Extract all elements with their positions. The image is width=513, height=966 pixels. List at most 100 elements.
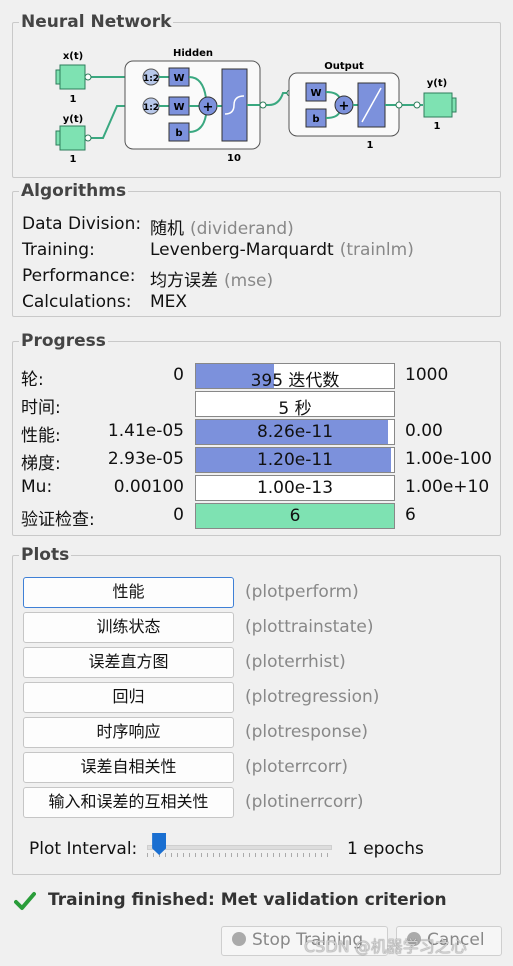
input-x-port [55, 69, 61, 85]
output-block [423, 92, 453, 118]
link-node [413, 101, 421, 109]
algorithm-value: MEX [150, 292, 188, 312]
plot-button[interactable]: 性能 [23, 577, 234, 608]
progress-label: 性能: [21, 426, 61, 446]
link-node [84, 73, 92, 81]
input-y-size: 1 [70, 154, 77, 165]
checkmark-icon [14, 892, 36, 910]
watermark: CSDN @机器学习之心 [304, 937, 467, 956]
slider-track [147, 845, 332, 850]
algorithm-value: 均方误差 (mse) [150, 271, 274, 291]
output-bias-label: b [312, 114, 319, 125]
weight-label: W [173, 102, 184, 113]
output-label: y(t) [427, 78, 447, 89]
slider-ticks [147, 853, 332, 857]
progress-min: 0 [173, 505, 184, 525]
output-size: 1 [434, 121, 441, 132]
plot-button[interactable]: 时序响应 [23, 717, 234, 748]
plot-function-name: (plotresponse) [245, 722, 369, 742]
hidden-layer-size: 10 [227, 153, 241, 164]
algorithm-label: Calculations: [22, 292, 132, 312]
plot-function-name: (plotperform) [245, 582, 359, 602]
plot-interval-label: Plot Interval: [29, 839, 138, 859]
progress-max: 6 [405, 505, 416, 525]
hidden-layer-title: Hidden [173, 48, 213, 59]
input-y-port [55, 130, 61, 146]
progress-max: 1000 [405, 365, 449, 385]
progress-bar: 8.26e-11 [195, 419, 395, 445]
progress-value: 5 秒 [278, 399, 312, 419]
neural-network-panel: Neural Network x(t) 1 y(t) 1 Hidden 10 1… [12, 12, 501, 178]
input-y-label: y(t) [63, 114, 83, 125]
output-port [451, 97, 457, 113]
algorithm-label: Performance: [22, 266, 136, 286]
progress-value: 1.20e-11 [256, 450, 334, 470]
progress-label: 验证检查: [21, 510, 95, 530]
plot-function-name: (ploterrcorr) [245, 757, 349, 777]
link-node [84, 134, 92, 142]
progress-bar: 1.20e-11 [195, 447, 395, 473]
plot-function-name: (plottrainstate) [245, 617, 374, 637]
progress-label: Mu: [21, 477, 53, 497]
algorithm-value: 随机 (dividerand) [150, 219, 294, 239]
stop-icon [232, 931, 246, 946]
status-message: Training finished: Met validation criter… [48, 890, 447, 910]
progress-label: 时间: [21, 398, 61, 418]
plot-function-name: (ploterrhist) [245, 652, 346, 672]
progress-min: 0.00100 [113, 477, 184, 497]
progress-bar: 395 迭代数 [195, 363, 395, 391]
progress-min: 2.93e-05 [107, 449, 184, 469]
algorithm-label: Data Division: [22, 214, 142, 234]
progress-value: 1.00e-13 [256, 478, 334, 498]
progress-bar: 5 秒 [195, 391, 395, 419]
output-layer-size: 1 [367, 140, 374, 151]
link-node [395, 101, 403, 109]
plot-interval-value: 1 epochs [347, 839, 424, 859]
progress-bar: 6 [195, 503, 395, 529]
input-x-size: 1 [70, 94, 77, 105]
progress-row: 验证检查: 0 6 6 [13, 503, 500, 530]
plot-button[interactable]: 训练状态 [23, 612, 234, 643]
plot-function-name: (plotregression) [245, 687, 380, 707]
progress-bar: 1.00e-13 [195, 475, 395, 501]
algorithm-value: Levenberg-Marquardt (trainlm) [150, 240, 414, 260]
progress-title: Progress [19, 331, 108, 351]
plot-interval-slider[interactable] [147, 831, 332, 861]
network-diagram: x(t) 1 y(t) 1 Hidden 10 1:2 1:2 W W b + [55, 48, 457, 165]
progress-value: 395 迭代数 [250, 371, 340, 391]
progress-panel: Progress 轮: 0 395 迭代数 1000 时间: 5 秒性能: 1.41e-05… [12, 331, 501, 536]
weight-label: W [173, 73, 184, 84]
algorithms-panel: Algorithms Data Division: 随机 (dividerand)… [12, 181, 501, 317]
progress-max: 1.00e-100 [405, 449, 492, 469]
plot-button[interactable]: 回归 [23, 682, 234, 713]
progress-label: 梯度: [21, 454, 61, 474]
progress-label: 轮: [21, 370, 44, 390]
delay-label: 1:2 [143, 103, 159, 113]
progress-max: 0.00 [405, 421, 443, 441]
input-y-block [59, 125, 86, 151]
progress-min: 1.41e-05 [107, 421, 184, 441]
plot-function-name: (plotinerrcorr) [245, 792, 364, 812]
algorithms-title: Algorithms [19, 181, 129, 201]
progress-min: 0 [173, 365, 184, 385]
plots-title: Plots [19, 545, 72, 565]
progress-max: 1.00e+10 [405, 477, 490, 497]
input-x-label: x(t) [63, 51, 83, 62]
progress-row: 性能: 1.41e-05 8.26e-11 0.00 [13, 419, 500, 446]
progress-row: Mu: 0.00100 1.00e-13 1.00e+10 [13, 475, 500, 501]
progress-row: 轮: 0 395 迭代数 1000 [13, 363, 500, 391]
output-layer-title: Output [324, 61, 364, 72]
progress-value: 8.26e-11 [256, 422, 334, 442]
progress-row: 梯度: 2.93e-05 1.20e-11 1.00e-100 [13, 447, 500, 474]
algorithm-label: Training: [22, 240, 95, 260]
slider-thumb[interactable] [152, 833, 167, 855]
plot-button[interactable]: 误差自相关性 [23, 752, 234, 783]
delay-label: 1:2 [143, 74, 159, 84]
link-node [259, 101, 267, 109]
plot-button[interactable]: 输入和误差的互相关性 [23, 787, 234, 818]
input-x-block [59, 64, 86, 90]
progress-row: 时间: 5 秒 [13, 391, 500, 419]
bias-label: b [175, 128, 182, 139]
plot-button[interactable]: 误差直方图 [23, 647, 234, 678]
progress-value: 6 [289, 506, 301, 526]
